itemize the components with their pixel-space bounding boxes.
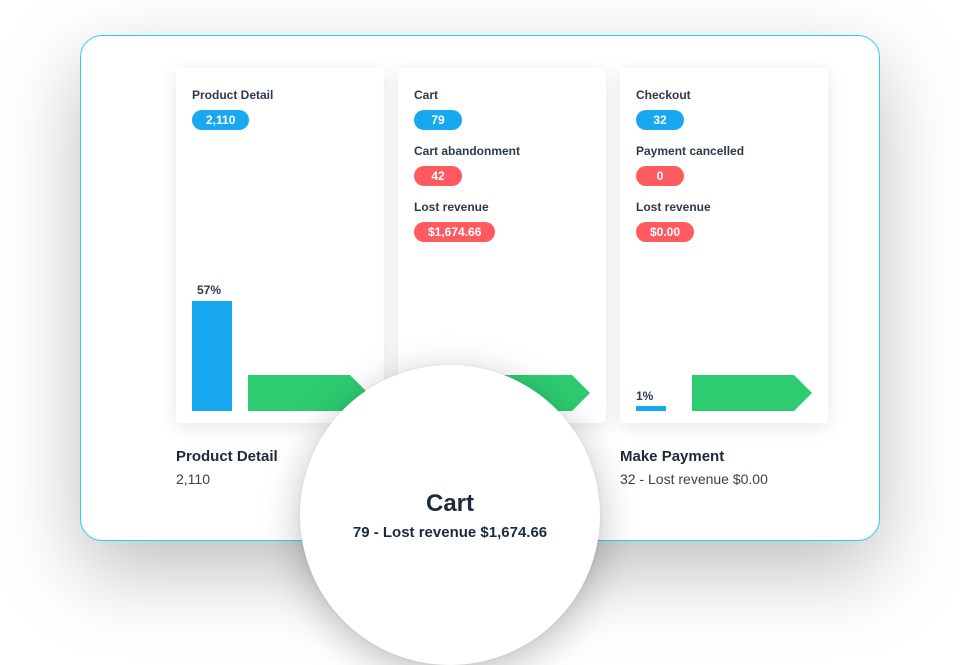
summary-title: Make Payment — [620, 448, 828, 465]
funnel-cards-row: Product Detail 2,110 57% Cart 79 Cart ab… — [176, 68, 861, 428]
callout-sub: 79 - Lost revenue $1,674.66 — [353, 524, 547, 541]
bar-area: 57% — [192, 301, 368, 411]
summary-sub: 32 - Lost revenue $0.00 — [620, 471, 828, 487]
bar-pct-label: 57% — [197, 283, 221, 297]
conversion-bar — [192, 301, 232, 411]
card-title: Product Detail — [192, 88, 368, 102]
card-title: Checkout — [636, 88, 812, 102]
secondary-label: Cart abandonment — [414, 144, 590, 158]
card-title: Cart — [414, 88, 590, 102]
funnel-card-product-detail: Product Detail 2,110 57% — [176, 68, 384, 423]
primary-count-badge: 32 — [636, 110, 684, 130]
secondary-badge: 0 — [636, 166, 684, 186]
conversion-bar — [636, 406, 666, 411]
funnel-card-checkout: Checkout 32 Payment cancelled 0 Lost rev… — [620, 68, 828, 423]
tertiary-label: Lost revenue — [636, 200, 812, 214]
primary-count-badge: 79 — [414, 110, 462, 130]
bar-pct-label: 1% — [636, 389, 653, 403]
tertiary-badge: $0.00 — [636, 222, 694, 242]
tertiary-badge: $1,674.66 — [414, 222, 495, 242]
flow-arrow — [692, 375, 812, 411]
cart-callout-circle: Cart 79 - Lost revenue $1,674.66 — [300, 365, 600, 665]
summary-make-payment: Make Payment 32 - Lost revenue $0.00 — [620, 448, 828, 487]
bar-area: 1% — [636, 301, 812, 411]
primary-count-badge: 2,110 — [192, 110, 249, 130]
secondary-badge: 42 — [414, 166, 462, 186]
secondary-label: Payment cancelled — [636, 144, 812, 158]
tertiary-label: Lost revenue — [414, 200, 590, 214]
callout-title: Cart — [426, 490, 474, 518]
